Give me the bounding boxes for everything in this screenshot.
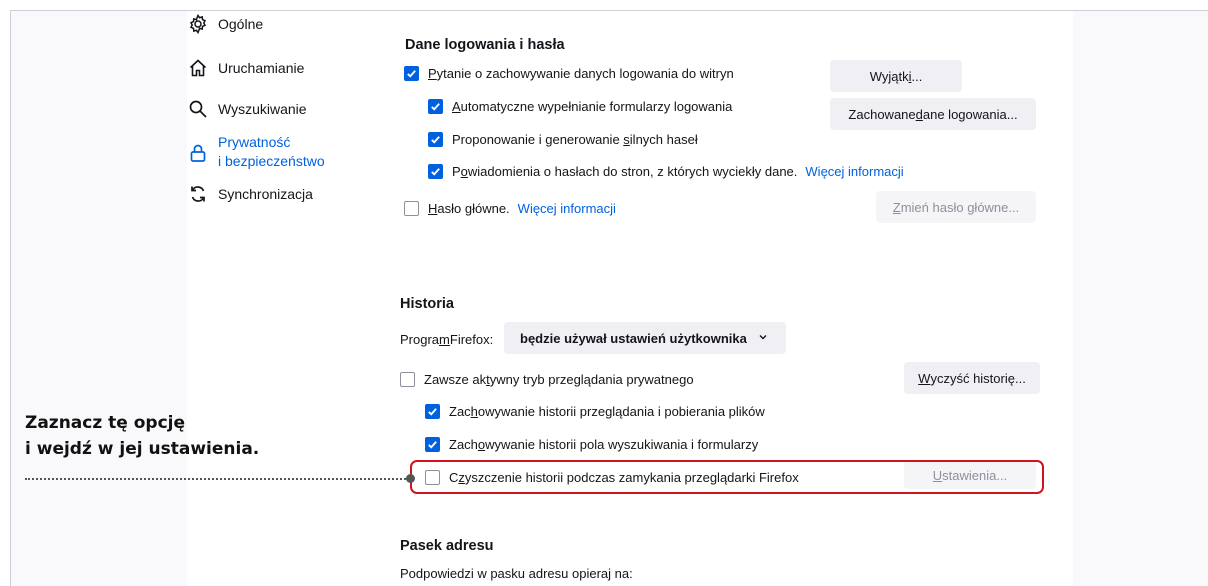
always-private-checkbox[interactable]: Zawsze aktywny tryb przeglądania prywatn… — [400, 369, 694, 389]
sidebar-item-privacy[interactable]: Prywatność i bezpieczeństwo — [188, 133, 325, 171]
checkbox-label: Zawsze aktywny tryb przeglądania prywatn… — [424, 372, 694, 387]
clear-history-button[interactable]: Wyczyść historię... — [904, 362, 1040, 394]
master-password-checkbox[interactable]: Hasło główne. Więcej informacji — [404, 198, 616, 218]
learn-more-link[interactable]: Więcej informacji — [805, 164, 903, 179]
search-icon — [188, 99, 208, 119]
checkbox-label: Automatyczne wypełnianie formularzy logo… — [452, 99, 732, 114]
label-text: ilnych haseł — [629, 131, 698, 147]
sidebar-item-label-line1: Prywatność — [218, 134, 291, 150]
access-key: h — [470, 403, 478, 419]
exceptions-button[interactable]: Wyjątk i... — [830, 60, 962, 92]
checkbox-checked-icon[interactable] — [428, 98, 443, 114]
chevron-down-icon — [759, 335, 767, 340]
label-text: owywanie historii przeglądania i pobiera… — [477, 403, 765, 419]
remember-browsing-checkbox[interactable]: Zachowywanie historii przeglądania i pob… — [425, 401, 765, 421]
label-text: Firefox: — [449, 331, 494, 347]
label-text: Proponowanie i generowanie — [452, 131, 624, 147]
access-key: m — [439, 331, 450, 347]
checkbox-checked-icon[interactable] — [428, 163, 443, 179]
checkbox-label: Zachowywanie historii pola wyszukiwania … — [449, 437, 758, 452]
sidebar-item-sync[interactable]: Synchronizacja — [188, 184, 313, 204]
label-text: Progra — [400, 331, 440, 347]
callout-line1: Zaznacz tę opcję — [25, 413, 186, 433]
sidebar-item-label: Uruchamianie — [218, 60, 305, 76]
highlight-box — [410, 460, 1044, 494]
checkbox-label: Zachowywanie historii przeglądania i pob… — [449, 404, 765, 419]
history-mode-label: Progra m Firefox: — [400, 329, 493, 349]
access-key: o — [460, 163, 468, 179]
select-value: będzie używał ustawień użytkownika — [520, 330, 747, 346]
checkbox-checked-icon[interactable] — [425, 436, 440, 452]
label-text: Zac — [449, 403, 471, 419]
saved-logins-button[interactable]: Zachowane d ane logowania... — [830, 98, 1036, 130]
label-text: utomatyczne wypełnianie formularzy logow… — [460, 98, 733, 114]
label-text: Zawsze ak — [424, 371, 487, 387]
button-text: Wyjątk — [869, 68, 909, 84]
checkbox-label: Hasło główne. — [428, 201, 510, 216]
checkbox-checked-icon[interactable] — [428, 131, 443, 147]
address-bar-subtext: Podpowiedzi w pasku adresu opieraj na: — [400, 565, 633, 581]
checkbox-checked-icon[interactable] — [404, 65, 419, 81]
address-bar-heading: Pasek adresu — [400, 538, 494, 554]
label-text: wiadomienia o hasłach do stron, z któryc… — [467, 163, 798, 179]
label-text: ywny tryb przeglądania prywatnego — [489, 371, 694, 387]
sidebar-item-search[interactable]: Wyszukiwanie — [188, 99, 307, 119]
sidebar-item-startup[interactable]: Uruchamianie — [188, 58, 304, 78]
leader-line — [25, 478, 413, 480]
checkbox-unchecked-icon[interactable] — [400, 371, 415, 387]
access-key: d — [915, 106, 923, 122]
learn-more-link[interactable]: Więcej informacji — [518, 201, 616, 216]
logins-heading: Dane logowania i hasła — [405, 37, 565, 53]
access-key: A — [452, 98, 461, 114]
annotation-callout: Zaznacz tę opcję i wejdź w jej ustawieni… — [25, 410, 259, 462]
access-key: W — [918, 370, 931, 386]
label-text: asło główne. — [437, 200, 510, 216]
suggest-passwords-checkbox[interactable]: Proponowanie i generowanie silnych haseł — [428, 129, 698, 149]
access-key: Z — [892, 199, 901, 215]
checkbox-unchecked-icon[interactable] — [404, 200, 419, 216]
callout-line2: i wejdź w jej ustawienia. — [25, 439, 260, 459]
sidebar-item-label-line2: i bezpieczeństwo — [218, 153, 325, 169]
sync-icon — [188, 184, 208, 204]
leader-dot — [406, 474, 415, 483]
history-heading: Historia — [400, 296, 454, 312]
remember-forms-checkbox[interactable]: Zachowywanie historii pola wyszukiwania … — [425, 434, 758, 454]
sidebar-item-general[interactable]: Ogólne — [188, 14, 263, 34]
breach-alerts-checkbox[interactable]: Powiadomienia o hasłach do stron, z któr… — [428, 161, 904, 181]
access-key: P — [428, 65, 437, 81]
button-text: yczyść historię... — [930, 370, 1026, 386]
button-text: Zachowane — [848, 106, 916, 122]
label-text: Zach — [449, 436, 478, 452]
button-text: mień hasło główne... — [900, 199, 1020, 215]
home-icon — [188, 58, 208, 78]
sidebar-item-label: Synchronizacja — [218, 186, 313, 202]
access-key: H — [428, 200, 438, 216]
change-master-password-button[interactable]: Zmień hasło główne... — [876, 191, 1036, 223]
button-text: ... — [911, 68, 923, 84]
lock-icon — [188, 143, 208, 163]
gear-icon — [188, 14, 208, 34]
label-text: ytanie o zachowywanie danych logowania d… — [436, 65, 734, 81]
checkbox-checked-icon[interactable] — [425, 403, 440, 419]
checkbox-label: Pytanie o zachowywanie danych logowania … — [428, 66, 734, 81]
sidebar-item-label: Prywatność i bezpieczeństwo — [218, 133, 325, 171]
label-text: P — [452, 163, 461, 179]
checkbox-label: Proponowanie i generowanie silnych haseł — [452, 132, 698, 147]
label-text: wywanie historii pola wyszukiwania i for… — [485, 436, 759, 452]
sidebar-item-label: Ogólne — [218, 16, 264, 32]
ask-save-logins-checkbox[interactable]: Pytanie o zachowywanie danych logowania … — [404, 63, 734, 83]
history-mode-select[interactable]: będzie używał ustawień użytkownika — [504, 322, 786, 354]
autofill-logins-checkbox[interactable]: Automatyczne wypełnianie formularzy logo… — [428, 96, 732, 116]
checkbox-label: Powiadomienia o hasłach do stron, z któr… — [452, 164, 797, 179]
button-text: ane logowania... — [922, 106, 1018, 122]
sidebar-item-label: Wyszukiwanie — [218, 101, 307, 117]
